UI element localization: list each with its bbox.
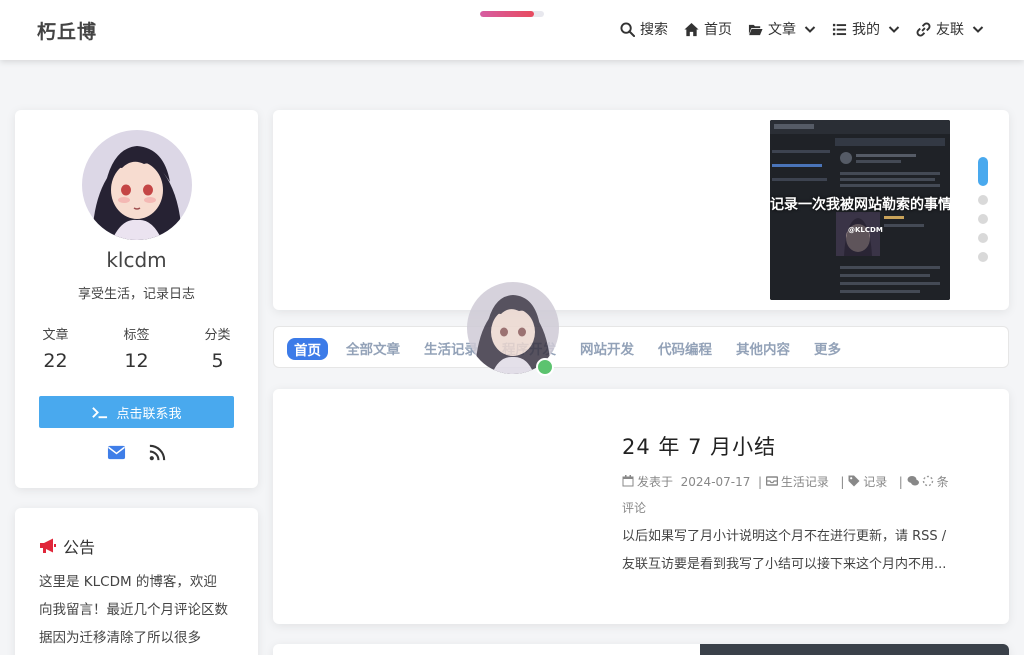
profile-name: klcdm bbox=[106, 248, 167, 272]
tab-4[interactable]: 网站开发 bbox=[580, 338, 634, 360]
announcement-title-label: 公告 bbox=[63, 538, 96, 557]
contact-button[interactable]: 点击联系我 bbox=[39, 396, 234, 428]
avatar[interactable] bbox=[82, 130, 192, 240]
post-card bbox=[273, 644, 1009, 655]
slider-dot[interactable] bbox=[978, 252, 988, 262]
site-header: 朽丘博 搜索 首页 文章 我的 友联 bbox=[0, 0, 1024, 60]
post-title[interactable]: 24 年 7 月小结 bbox=[622, 431, 776, 461]
post-comments-word: 评论 bbox=[622, 501, 647, 515]
post-published-label: 发表于 bbox=[637, 475, 674, 489]
announcement-card: 公告 这里是 KLCDM 的博客，欢迎向我留言！最近几个月评论区数据因为迁移清除… bbox=[15, 508, 258, 655]
stat-label: 标签 bbox=[123, 328, 150, 343]
main-nav: 搜索 首页 文章 我的 友联 bbox=[620, 19, 984, 39]
post-comments-suffix: 条 bbox=[936, 475, 949, 489]
post-category[interactable]: 生活记录 bbox=[781, 475, 829, 489]
email-icon[interactable] bbox=[107, 443, 126, 462]
post-excerpt: 以后如果写了月小计说明这个月不在进行更新，请 RSS / 友联互访要是看到我写了… bbox=[622, 523, 972, 579]
stat-value: 12 bbox=[124, 350, 149, 372]
nav-home-label: 首页 bbox=[704, 22, 732, 38]
inbox-icon bbox=[765, 476, 779, 486]
tab-5[interactable]: 代码编程 bbox=[658, 338, 712, 360]
reading-progress-fill bbox=[480, 11, 535, 17]
slider-dot[interactable] bbox=[978, 157, 988, 186]
featured-slider: 记录一次我被网站勒索的事情 @KLCDM bbox=[273, 110, 1009, 310]
social-links bbox=[15, 443, 258, 462]
chevron-down-icon bbox=[972, 26, 984, 33]
stat-label: 文章 bbox=[42, 328, 69, 343]
slider-dot[interactable] bbox=[978, 214, 988, 224]
tab-7[interactable]: 更多 bbox=[814, 338, 841, 360]
post-date: 2024-07-17 bbox=[680, 475, 751, 489]
online-status-indicator bbox=[536, 358, 554, 376]
post-meta: 发表于 2024-07-17 | 生活记录 | 记录 | 条 评论 bbox=[622, 475, 949, 515]
tab-1[interactable]: 全部文章 bbox=[346, 338, 400, 360]
nav-links[interactable]: 友联 bbox=[916, 19, 984, 39]
nav-search-label: 搜索 bbox=[640, 22, 668, 38]
site-logo[interactable]: 朽丘博 bbox=[37, 17, 97, 44]
stat-tags[interactable]: 标签 12 bbox=[96, 324, 177, 372]
tab-0[interactable]: 首页 bbox=[287, 338, 328, 360]
stat-label: 分类 bbox=[204, 328, 231, 343]
announcement-text: 这里是 KLCDM 的博客，欢迎向我留言！最近几个月评论区数据因为迁移清除了所以… bbox=[39, 574, 228, 646]
post-excerpt-line: 友联互访要是看到我写了小结可以接下来这个月内不用... bbox=[622, 557, 947, 572]
megaphone-icon bbox=[40, 538, 56, 553]
chevron-down-icon bbox=[888, 26, 900, 33]
stat-categories[interactable]: 分类 5 bbox=[177, 324, 258, 372]
nav-links-label: 友联 bbox=[936, 22, 964, 38]
category-tabs: 首页全部文章生活记录程序开发网站开发代码编程其他内容更多 bbox=[273, 326, 1009, 368]
contact-button-label: 点击联系我 bbox=[116, 406, 182, 422]
post-tag[interactable]: 记录 bbox=[863, 475, 887, 489]
slider-pagination bbox=[978, 157, 988, 262]
slider-dot[interactable] bbox=[978, 233, 988, 243]
nav-articles-label: 文章 bbox=[768, 22, 796, 38]
tab-6[interactable]: 其他内容 bbox=[736, 338, 790, 360]
chevron-down-icon bbox=[804, 26, 816, 33]
comments-icon bbox=[907, 476, 919, 486]
nav-mine[interactable]: 我的 bbox=[832, 19, 900, 39]
slide-thumbnail[interactable]: 记录一次我被网站勒索的事情 @KLCDM bbox=[770, 120, 950, 300]
announcement-title: 公告 bbox=[39, 534, 95, 558]
post-card: 24 年 7 月小结 发表于 2024-07-17 | 生活记录 | 记录 | … bbox=[273, 389, 1009, 624]
profile-motto: 享受生活，记录日志 bbox=[77, 287, 195, 302]
stat-value: 22 bbox=[43, 350, 68, 372]
folder-open-icon bbox=[748, 24, 763, 35]
slide-watermark: @KLCDM bbox=[848, 226, 883, 234]
slider-dot[interactable] bbox=[978, 195, 988, 205]
post-excerpt-line: 以后如果写了月小计说明这个月不在进行更新，请 RSS / bbox=[622, 529, 947, 544]
tab-list: 首页全部文章生活记录程序开发网站开发代码编程其他内容更多 bbox=[287, 338, 841, 360]
stat-articles[interactable]: 文章 22 bbox=[15, 324, 96, 372]
stat-value: 5 bbox=[211, 350, 224, 372]
search-icon bbox=[620, 21, 635, 37]
loading-spinner-icon bbox=[922, 475, 933, 487]
profile-stats: 文章 22 标签 12 分类 5 bbox=[15, 324, 258, 372]
post-thumbnail[interactable] bbox=[700, 644, 1009, 655]
reading-progress-bar bbox=[480, 11, 544, 17]
tag-icon bbox=[848, 475, 860, 487]
terminal-icon bbox=[92, 406, 108, 418]
slide-caption: 记录一次我被网站勒索的事情 bbox=[770, 197, 950, 213]
nav-search[interactable]: 搜索 bbox=[620, 19, 668, 39]
link-icon bbox=[916, 22, 931, 36]
nav-mine-label: 我的 bbox=[852, 22, 880, 38]
list-icon bbox=[832, 23, 847, 35]
home-icon bbox=[684, 22, 699, 36]
nav-home[interactable]: 首页 bbox=[684, 19, 732, 39]
rss-icon[interactable] bbox=[148, 443, 167, 462]
nav-articles[interactable]: 文章 bbox=[748, 19, 816, 39]
profile-card: klcdm 享受生活，记录日志 文章 22 标签 12 分类 5 点击联系我 bbox=[15, 110, 258, 488]
calendar-icon bbox=[622, 475, 634, 487]
